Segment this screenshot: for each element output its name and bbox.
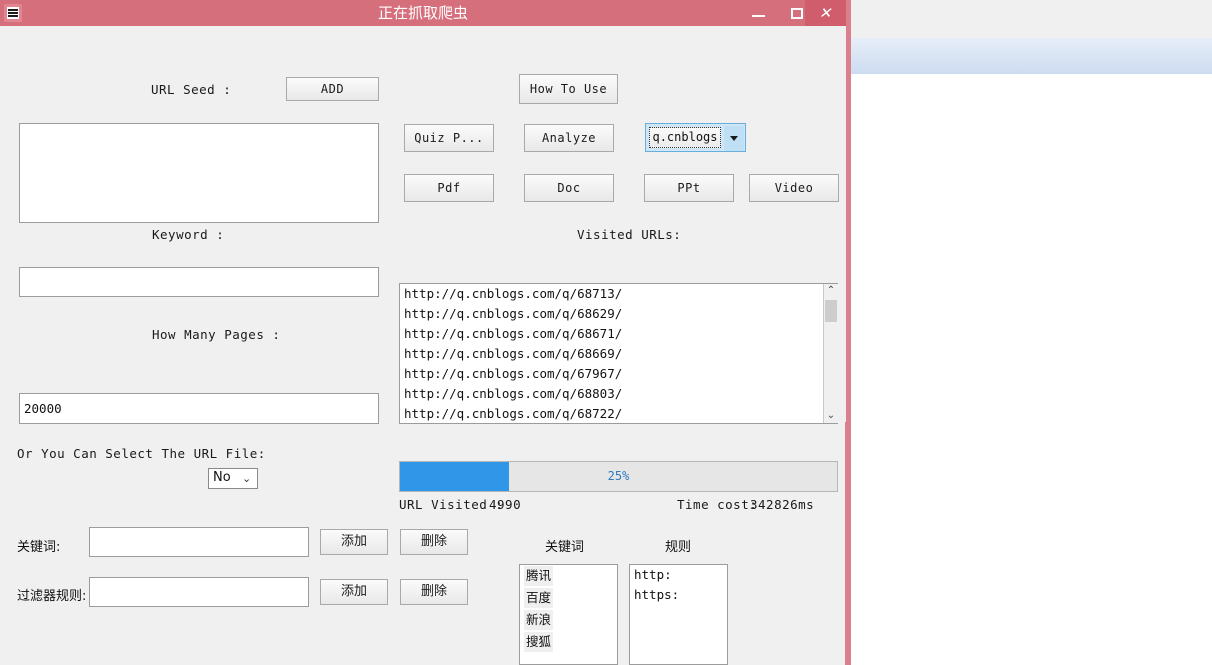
add-button[interactable]: ADD	[286, 77, 379, 101]
time-cost-value: 342826ms	[750, 497, 815, 512]
how-many-pages-label: How Many Pages :	[152, 327, 281, 342]
eclipse-title-strip	[845, 0, 1212, 39]
list-item[interactable]: http://q.cnblogs.com/q/68803/	[400, 384, 837, 404]
how-to-use-button[interactable]: How To Use	[519, 74, 618, 104]
rule-filter-label: 过滤器规则:	[17, 589, 87, 604]
close-icon: ✕	[818, 5, 832, 22]
quiz-p-button[interactable]: Quiz P...	[404, 124, 494, 152]
keyword-label: Keyword :	[152, 227, 225, 242]
rule-add-button[interactable]: 添加	[320, 579, 388, 605]
window-title: 正在抓取爬虫	[377, 4, 468, 22]
rule-list-title: 规则	[665, 540, 692, 555]
ppt-button[interactable]: PPt	[644, 174, 734, 202]
video-button[interactable]: Video	[749, 174, 839, 202]
screen: Quick Access JMyCrawler.java JDES.java »…	[0, 0, 1212, 665]
visited-urls-scrollbar[interactable]: ⌃ ⌄	[823, 284, 838, 423]
list-item[interactable]: https:	[630, 585, 727, 605]
url-visited-value: 4990	[489, 497, 522, 512]
list-item[interactable]: http://q.cnblogs.com/q/68713/	[400, 284, 837, 304]
scroll-thumb[interactable]	[825, 300, 837, 322]
progress-bar: 25%	[399, 461, 838, 492]
scroll-up-icon[interactable]: ⌃	[824, 284, 838, 298]
close-button[interactable]: ✕	[805, 0, 846, 26]
progress-percent-label: 25%	[607, 469, 630, 483]
url-seed-label: URL Seed :	[151, 82, 232, 97]
doc-button[interactable]: Doc	[524, 174, 614, 202]
list-item[interactable]: http://q.cnblogs.com/q/67967/	[400, 364, 837, 384]
url-file-combo-box[interactable]: No ⌄	[208, 468, 258, 489]
keyword-filter-label: 关键词:	[17, 540, 61, 555]
visited-urls-list[interactable]: http://q.cnblogs.com/q/68713/ http://q.c…	[399, 283, 838, 424]
list-item[interactable]: http://q.cnblogs.com/q/68669/	[400, 344, 837, 364]
keyword-filter-input[interactable]	[89, 527, 309, 557]
keyword-delete-button[interactable]: 删除	[400, 529, 468, 555]
how-many-pages-input[interactable]	[19, 393, 379, 424]
keyword-list[interactable]: 腾讯 百度 新浪 搜狐	[519, 564, 618, 665]
window-client-area: URL Seed : ADD How To Use Quiz P... Anal…	[0, 26, 846, 665]
time-cost-label: Time cost:	[677, 497, 758, 512]
list-item[interactable]: 搜狐	[524, 632, 554, 652]
chevron-down-icon[interactable]: ⌄	[242, 472, 251, 485]
url-seed-textarea[interactable]	[19, 123, 379, 223]
window-edge-accent	[845, 422, 848, 665]
list-item[interactable]: http:	[630, 565, 727, 585]
chevron-down-icon[interactable]	[724, 126, 744, 151]
editor-tab-bar	[845, 74, 1212, 102]
source-combo-box[interactable]: q.cnblogs	[645, 123, 746, 152]
keyword-input[interactable]	[19, 267, 379, 297]
url-visited-label: URL Visited :	[399, 497, 504, 512]
window-title-bar[interactable]: 正在抓取爬虫 ✕	[0, 0, 846, 26]
list-item[interactable]: 新浪	[524, 610, 554, 630]
rule-delete-button[interactable]: 删除	[400, 579, 468, 605]
pdf-button[interactable]: Pdf	[404, 174, 494, 202]
url-file-label: Or You Can Select The URL File:	[17, 446, 266, 461]
minimize-button[interactable]	[740, 0, 778, 26]
list-item[interactable]: 百度	[524, 588, 554, 608]
keyword-add-button[interactable]: 添加	[320, 529, 388, 555]
analyze-button[interactable]: Analyze	[524, 124, 614, 152]
visited-urls-label: Visited URLs:	[577, 227, 682, 242]
list-item[interactable]: http://q.cnblogs.com/q/68722/	[400, 404, 837, 423]
eclipse-ide: Quick Access JMyCrawler.java JDES.java »…	[845, 0, 1212, 665]
eclipse-toolbar	[845, 38, 1212, 75]
scroll-down-icon[interactable]: ⌄	[824, 409, 838, 423]
rule-list[interactable]: http: https:	[629, 564, 728, 665]
keyword-list-title: 关键词	[545, 540, 585, 555]
rule-filter-input[interactable]	[89, 577, 309, 607]
list-item[interactable]: http://q.cnblogs.com/q/68671/	[400, 324, 837, 344]
list-item[interactable]: http://q.cnblogs.com/q/68629/	[400, 304, 837, 324]
source-combo-value: q.cnblogs	[649, 127, 721, 148]
url-file-combo-value: No	[213, 470, 231, 485]
crawler-window: 正在抓取爬虫 ✕ URL Seed : ADD How To Use Quiz …	[0, 0, 851, 665]
list-item[interactable]: 腾讯	[524, 566, 554, 586]
